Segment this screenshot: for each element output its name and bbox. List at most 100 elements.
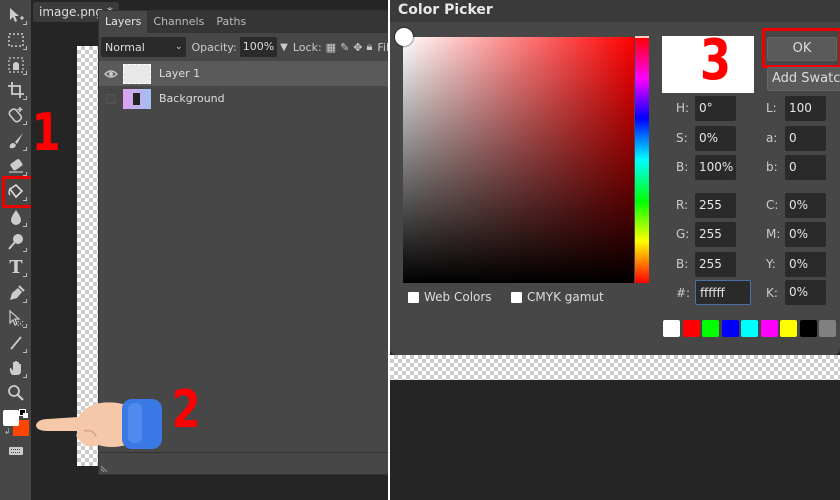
cmyk-gamut-option[interactable]: CMYK gamut bbox=[511, 290, 604, 304]
panel-tabs: Layers Channels Paths bbox=[99, 11, 389, 33]
blue-input[interactable]: 255 bbox=[695, 252, 736, 277]
healing-tool-icon[interactable] bbox=[4, 104, 28, 126]
opacity-input[interactable]: 100% bbox=[239, 37, 278, 57]
layer-thumbnail bbox=[123, 63, 151, 84]
eraser-tool-icon[interactable] bbox=[4, 155, 28, 177]
color-swatch[interactable] bbox=[721, 320, 739, 337]
layer-name: Layer 1 bbox=[159, 67, 201, 80]
r-label: R: bbox=[676, 198, 689, 212]
saturation-brightness-field[interactable] bbox=[403, 37, 634, 283]
layer-row[interactable]: Layer 1 bbox=[99, 61, 389, 86]
blend-mode-select[interactable]: Normal ⌄ bbox=[101, 37, 187, 57]
lab-a-input[interactable]: 0 bbox=[785, 126, 826, 151]
step-number-3: 3 bbox=[699, 28, 732, 93]
visibility-toggle[interactable] bbox=[99, 93, 123, 104]
step-number-2: 2 bbox=[171, 380, 201, 440]
lab-b-input[interactable]: 0 bbox=[785, 155, 826, 180]
tab-paths[interactable]: Paths bbox=[210, 11, 252, 33]
hex-input[interactable]: ffffff bbox=[695, 280, 751, 305]
key-black-input[interactable]: 0% bbox=[785, 280, 826, 305]
keyboard-icon[interactable] bbox=[4, 440, 28, 462]
opacity-label: Opacity: bbox=[191, 40, 237, 54]
zoom-tool-icon[interactable] bbox=[4, 382, 28, 404]
marquee-tool-icon[interactable] bbox=[4, 29, 28, 51]
color-swatch[interactable] bbox=[819, 320, 836, 337]
layer-thumbnail bbox=[123, 88, 151, 109]
color-swatch[interactable] bbox=[741, 320, 758, 337]
color-picker-handle[interactable] bbox=[395, 28, 413, 46]
type-tool-icon[interactable]: T bbox=[4, 256, 28, 278]
tab-channels[interactable]: Channels bbox=[147, 11, 210, 33]
color-swatch[interactable] bbox=[760, 320, 778, 337]
g-label: G: bbox=[676, 227, 690, 241]
layers-panel-footer bbox=[99, 452, 389, 474]
eye-icon[interactable] bbox=[99, 69, 123, 79]
canvas-transparent-strip bbox=[390, 355, 840, 380]
red-input[interactable]: 255 bbox=[695, 193, 736, 218]
hex-label: #: bbox=[676, 286, 691, 300]
path-select-tool-icon[interactable] bbox=[4, 307, 28, 329]
lab-l-input[interactable]: 100 bbox=[785, 96, 826, 121]
swap-colors-icon[interactable]: ↲ bbox=[4, 427, 11, 436]
m-label: M: bbox=[766, 227, 781, 241]
lock-transparency-icon[interactable]: ▦ bbox=[326, 41, 336, 54]
screenshot: T ↲ image.png * Layers Channels Paths No… bbox=[0, 0, 840, 500]
blend-mode-value: Normal bbox=[105, 40, 145, 54]
tab-layers[interactable]: Layers bbox=[99, 11, 148, 33]
c-label: C: bbox=[766, 198, 779, 212]
cmyk-gamut-checkbox[interactable] bbox=[511, 291, 522, 303]
color-swatch[interactable] bbox=[799, 320, 817, 337]
color-swatch[interactable] bbox=[682, 320, 700, 337]
a-label: a: bbox=[766, 131, 778, 145]
green-input[interactable]: 255 bbox=[695, 222, 736, 247]
brush-tool-icon[interactable] bbox=[4, 130, 28, 152]
layer-name: Background bbox=[159, 92, 225, 105]
resize-grip-icon[interactable] bbox=[101, 462, 111, 472]
default-colors-icon-white bbox=[23, 413, 28, 418]
chevron-down-icon: ⌄ bbox=[174, 42, 183, 52]
web-colors-checkbox[interactable] bbox=[408, 291, 419, 303]
y-label: Y: bbox=[766, 257, 776, 271]
dialog-title: Color Picker bbox=[390, 0, 840, 22]
k-label: K: bbox=[766, 286, 778, 300]
pointing-hand-illustration bbox=[36, 399, 162, 449]
line-tool-icon[interactable] bbox=[4, 332, 28, 354]
cyan-input[interactable]: 0% bbox=[785, 193, 826, 218]
l-label: L: bbox=[766, 101, 777, 115]
color-swatch[interactable] bbox=[663, 320, 680, 337]
magenta-input[interactable]: 0% bbox=[785, 222, 826, 247]
s-label: S: bbox=[676, 131, 688, 145]
hue-slider[interactable] bbox=[635, 37, 649, 283]
pen-tool-icon[interactable] bbox=[4, 282, 28, 304]
color-swatch[interactable] bbox=[702, 320, 719, 337]
color-swatch[interactable] bbox=[780, 320, 797, 337]
move-tool-icon[interactable] bbox=[4, 4, 28, 26]
lock-all-icon[interactable]: 🔒︎ bbox=[367, 40, 373, 54]
saturation-input[interactable]: 0% bbox=[695, 126, 736, 151]
add-swatch-button[interactable]: Add Swatch bbox=[767, 67, 840, 91]
h-label: H: bbox=[676, 101, 690, 115]
hand-tool-icon[interactable] bbox=[4, 357, 28, 379]
lock-paint-icon[interactable]: ✎ bbox=[340, 41, 349, 54]
tools-toolbar: T ↲ bbox=[0, 0, 43, 500]
foreground-color-swatch[interactable] bbox=[3, 410, 19, 426]
ok-button-highlight bbox=[762, 28, 840, 68]
workspace-background bbox=[390, 380, 840, 500]
lasso-select-tool-icon[interactable] bbox=[4, 54, 28, 76]
step-number-1: 1 bbox=[31, 103, 61, 163]
lab-b-label: b: bbox=[766, 160, 778, 174]
color-picker-dialog: Color Picker Web Colors CMYK gamut 3 OK … bbox=[390, 0, 840, 355]
hue-slider-handle[interactable] bbox=[635, 36, 649, 38]
web-colors-label: Web Colors bbox=[424, 290, 492, 304]
dodge-tool-icon[interactable] bbox=[4, 231, 28, 253]
blur-tool-icon[interactable] bbox=[4, 206, 28, 228]
cmyk-gamut-label: CMYK gamut bbox=[527, 290, 604, 304]
layer-row[interactable]: Background bbox=[99, 86, 389, 111]
brightness-input[interactable]: 100% bbox=[695, 155, 736, 180]
lock-move-icon[interactable]: ✥ bbox=[353, 41, 362, 54]
web-colors-option[interactable]: Web Colors bbox=[408, 290, 492, 304]
crop-tool-icon[interactable] bbox=[4, 79, 28, 101]
hue-input[interactable]: 0° bbox=[695, 96, 736, 121]
yellow-input[interactable]: 0% bbox=[785, 252, 826, 277]
opacity-dropdown-icon[interactable]: ▼ bbox=[280, 42, 288, 53]
